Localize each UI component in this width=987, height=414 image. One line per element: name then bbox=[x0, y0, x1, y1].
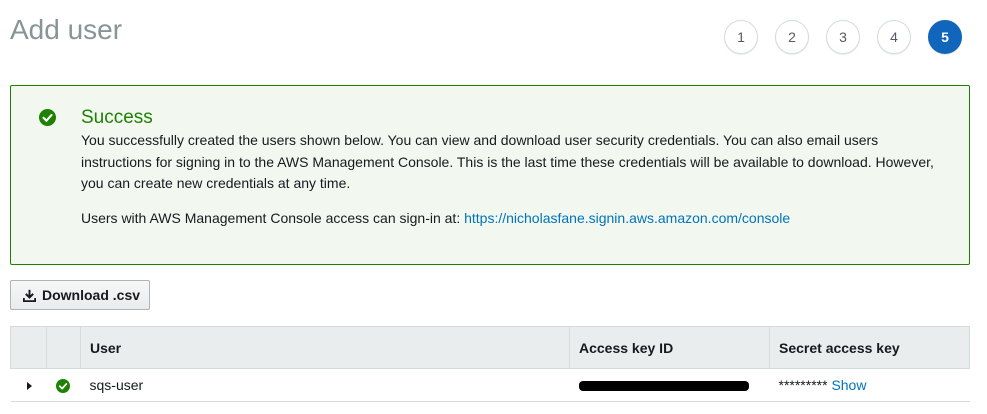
access-key-cell bbox=[569, 368, 770, 402]
row-expand-cell bbox=[10, 368, 47, 402]
success-title: Success bbox=[81, 107, 153, 128]
header-expand bbox=[10, 326, 47, 369]
redacted-access-key bbox=[578, 381, 749, 392]
signin-line: Users with AWS Management Console access… bbox=[81, 208, 790, 229]
wizard-steps: 1 2 3 4 5 bbox=[724, 20, 962, 54]
secret-masked: ********* bbox=[778, 377, 828, 393]
step-5[interactable]: 5 bbox=[928, 20, 962, 54]
signin-prefix: Users with AWS Management Console access… bbox=[81, 210, 465, 226]
download-csv-label: Download .csv bbox=[42, 287, 141, 303]
step-3[interactable]: 3 bbox=[826, 20, 860, 54]
page-title: Add user bbox=[10, 14, 123, 45]
step-4[interactable]: 4 bbox=[877, 20, 911, 54]
users-table: User Access key ID Secret access key sqs… bbox=[10, 326, 970, 402]
step-2[interactable]: 2 bbox=[775, 20, 809, 54]
secret-key-cell: ********* Show bbox=[769, 368, 970, 402]
check-circle-icon bbox=[55, 379, 70, 394]
table-header-row: User Access key ID Secret access key bbox=[10, 326, 970, 369]
header-status bbox=[46, 326, 81, 369]
success-alert: Success You successfully created the use… bbox=[10, 85, 970, 265]
caret-right-icon[interactable] bbox=[26, 382, 32, 390]
download-icon bbox=[23, 289, 36, 302]
show-secret-link[interactable]: Show bbox=[831, 377, 866, 393]
table-row: sqs-user ********* Show bbox=[10, 368, 970, 402]
success-message: You successfully created the users shown… bbox=[81, 132, 934, 191]
check-circle-icon bbox=[39, 109, 56, 126]
row-status-cell bbox=[46, 368, 81, 402]
step-1[interactable]: 1 bbox=[724, 20, 758, 54]
signin-url-link[interactable]: https://nicholasfane.signin.aws.amazon.c… bbox=[464, 210, 790, 226]
header-user: User bbox=[80, 326, 570, 369]
header-access-key: Access key ID bbox=[569, 326, 770, 369]
header-secret-key: Secret access key bbox=[769, 326, 970, 369]
download-csv-button[interactable]: Download .csv bbox=[10, 280, 150, 310]
user-name: sqs-user bbox=[80, 368, 570, 402]
